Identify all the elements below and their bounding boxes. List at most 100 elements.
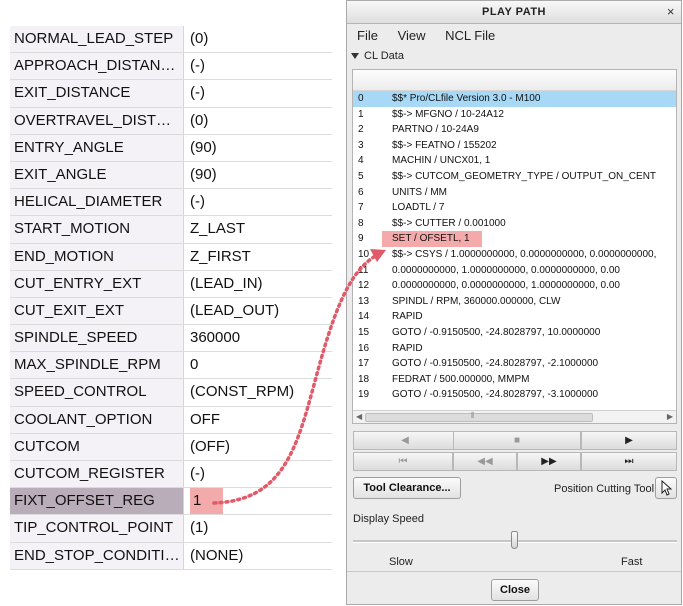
cl-line[interactable]: 3 $$-> FEATNO / 155202 [353,138,676,154]
param-value[interactable]: (1) [188,515,334,541]
horizontal-scrollbar[interactable]: ◀ ⦀ ▶ [353,410,676,423]
param-value[interactable]: (-) [188,80,334,106]
cl-line-number: 15 [358,326,370,338]
param-value[interactable]: (90) [188,135,334,161]
cl-line[interactable]: 4 MACHIN / UNCX01, 1 [353,153,676,169]
cl-line[interactable]: 1 $$-> MFGNO / 10-24A12 [353,107,676,123]
cl-line-number: 6 [358,186,364,198]
param-value-text: (90) [190,138,217,156]
cl-line[interactable]: 14 RAPID [353,309,676,325]
cl-data-section-header[interactable]: CL Data [351,50,404,62]
param-row[interactable]: EXIT_DISTANCE (-) [10,80,334,108]
param-row[interactable]: COOLANT_OPTION OFF [10,406,334,434]
param-value-text: Z_FIRST [190,247,251,265]
close-icon[interactable]: × [667,1,675,23]
close-button[interactable]: Close [491,579,539,601]
cl-line[interactable]: 16 RAPID [353,341,676,357]
param-row[interactable]: CUTCOM_REGISTER (-) [10,461,334,489]
param-row[interactable]: CUTCOM (OFF) [10,433,334,461]
param-row[interactable]: CUT_ENTRY_EXT (LEAD_IN) [10,270,334,298]
cl-line[interactable]: 2 PARTNO / 10-24A9 [353,122,676,138]
cl-line-text: UNITS / MM [392,186,447,198]
param-row[interactable]: END_MOTION Z_FIRST [10,243,334,271]
cl-line-text: SET / OFSETL, 1 [382,231,482,247]
tool-clearance-button[interactable]: Tool Clearance... [353,477,461,499]
param-row[interactable]: OVERTRAVEL_DIST… (0) [10,107,334,135]
menu-ncl-file[interactable]: NCL File [445,28,495,43]
param-row[interactable]: SPEED_CONTROL (CONST_RPM) [10,379,334,407]
play-forward-button[interactable]: ▶ [581,431,677,450]
param-row[interactable]: FIXT_OFFSET_REG 1 [10,488,334,516]
param-value[interactable]: (-) [188,461,334,487]
param-value[interactable]: OFF [188,407,334,433]
param-value[interactable]: (-) [188,189,334,215]
collapse-triangle-icon[interactable] [351,53,359,60]
cl-line[interactable]: 6 UNITS / MM [353,185,676,201]
param-name: HELICAL_DIAMETER [10,189,184,216]
param-value[interactable]: (-) [188,53,334,79]
position-cutting-tool-button[interactable] [655,477,677,499]
param-value-text: (NONE) [190,546,244,564]
param-value[interactable]: (CONST_RPM) [188,379,334,405]
param-row[interactable]: ENTRY_ANGLE (90) [10,134,334,162]
fast-forward-button[interactable]: ▶▶ [517,452,581,471]
param-value[interactable]: (OFF) [188,434,334,460]
param-row[interactable]: TIP_CONTROL_POINT (1) [10,515,334,543]
param-value-text: (0) [190,30,209,47]
scroll-right-icon[interactable]: ▶ [667,411,673,423]
cl-line[interactable]: 9 SET / OFSETL, 1 [353,231,676,247]
scroll-thumb[interactable]: ⦀ [365,411,593,422]
param-value[interactable]: (90) [188,162,334,188]
cl-line[interactable]: 13 SPINDL / RPM, 360000.000000, CLW [353,294,676,310]
param-value-text: (-) [190,84,205,102]
stop-button[interactable]: ■ [453,431,581,450]
go-to-start-button[interactable]: ⏮ [353,452,453,471]
cl-line[interactable]: 7 LOADTL / 7 [353,200,676,216]
cl-line-text: FEDRAT / 500.000000, MMPM [392,373,530,385]
param-value[interactable]: (LEAD_OUT) [188,298,334,324]
cl-line[interactable]: 5 $$-> CUTCOM_GEOMETRY_TYPE / OUTPUT_ON_C… [353,169,676,185]
cl-line[interactable]: 18 FEDRAT / 500.000000, MMPM [353,372,676,388]
scroll-left-icon[interactable]: ◀ [356,411,362,423]
param-value[interactable]: (LEAD_IN) [188,271,334,297]
param-value-text: (-) [190,57,205,75]
param-row[interactable]: CUT_EXIT_EXT (LEAD_OUT) [10,297,334,326]
param-value[interactable]: 1 [188,488,334,515]
param-row[interactable]: HELICAL_DIAMETER (-) [10,189,334,217]
cl-line[interactable]: 11 0.0000000000, 1.0000000000, 0.0000000… [353,263,676,279]
param-row[interactable]: NORMAL_LEAD_STEP (0) [10,26,334,54]
display-speed-slider-thumb[interactable] [511,531,518,549]
step-back-button[interactable]: ◀ [353,431,457,450]
cl-line[interactable]: 8 $$-> CUTTER / 0.001000 [353,216,676,232]
param-name: APPROACH_DISTAN… [10,53,184,80]
param-row[interactable]: APPROACH_DISTAN… (-) [10,53,334,81]
param-row[interactable]: MAX_SPINDLE_RPM 0 [10,352,334,380]
fast-rewind-button[interactable]: ◀◀ [453,452,517,471]
cl-data-list[interactable]: 0 $$* Pro/CLfile Version 3.0 - M100 1 $$-> … [352,69,677,424]
param-name: END_STOP_CONDITI… [10,542,184,569]
cl-line[interactable]: 0 $$* Pro/CLfile Version 3.0 - M100 [353,91,676,107]
param-row[interactable]: SPINDLE_SPEED 360000 [10,325,334,353]
param-row[interactable]: EXIT_ANGLE (90) [10,161,334,190]
cl-line[interactable]: 17 GOTO / -0.9150500, -24.8028797, -2.100… [353,356,676,372]
param-value[interactable]: Z_LAST [188,216,334,242]
param-value-text: (LEAD_IN) [190,274,263,292]
cl-line-number: 19 [358,389,370,401]
cl-line[interactable]: 10 $$-> CSYS / 1.0000000000, 0.0000000000… [353,247,676,263]
menu-view[interactable]: View [398,28,426,43]
param-row[interactable]: START_MOTION Z_LAST [10,216,334,244]
param-name: START_MOTION [10,216,184,243]
param-value[interactable]: (NONE) [188,543,334,569]
param-value[interactable]: (0) [188,108,334,134]
param-row[interactable]: END_STOP_CONDITI… (NONE) [10,542,334,570]
menu-file[interactable]: File [357,28,378,43]
param-value[interactable]: (0) [188,26,334,52]
param-value[interactable]: Z_FIRST [188,244,334,270]
param-value[interactable]: 0 [188,352,334,378]
param-value[interactable]: 360000 [188,325,334,351]
cl-line[interactable]: 15 GOTO / -0.9150500, -24.8028797, 10.000… [353,325,676,341]
cl-line-text: $$-> CSYS / 1.0000000000, 0.0000000000, … [392,248,657,260]
cl-line[interactable]: 12 0.0000000000, 0.0000000000, 1.0000000… [353,278,676,294]
cl-line[interactable]: 19 GOTO / -0.9150500, -24.8028797, -3.100… [353,387,676,403]
go-to-end-button[interactable]: ⏭ [581,452,677,471]
